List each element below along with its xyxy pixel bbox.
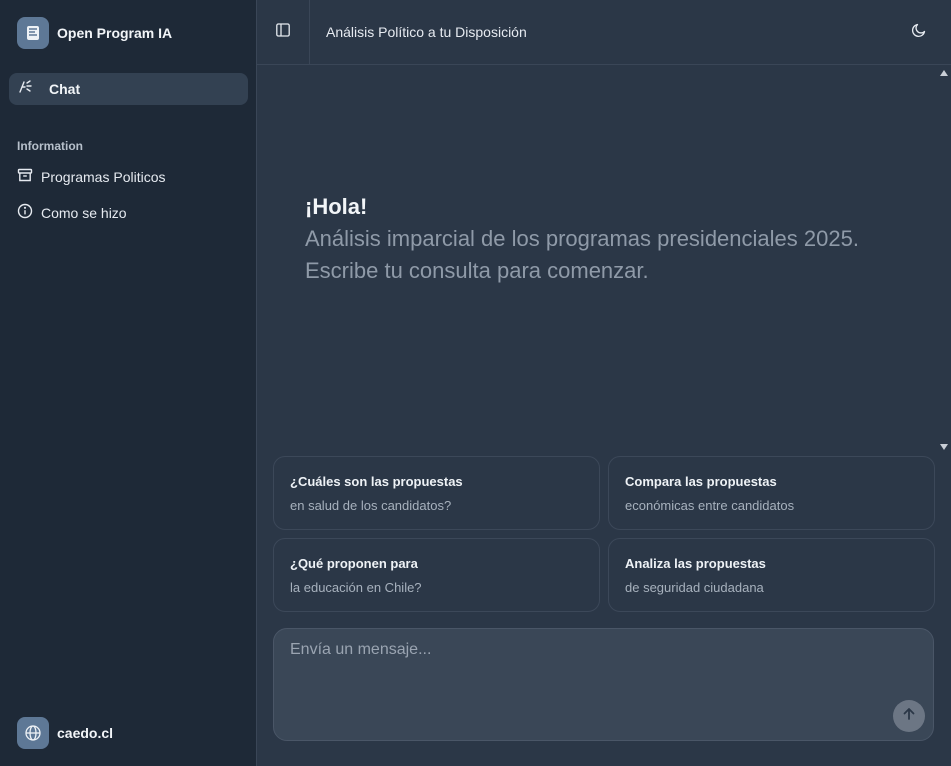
greeting-title: ¡Hola! <box>305 194 368 219</box>
suggestion-subtitle: la educación en Chile? <box>290 580 422 595</box>
main-panel: Análisis Político a tu Disposición ¡Hola… <box>257 0 951 766</box>
archive-icon <box>17 167 33 188</box>
sidebar-item-chat[interactable]: Chat <box>9 73 248 105</box>
sidebar-item-label: Programas Politicos <box>41 169 166 185</box>
sidebar-toggle-icon <box>275 22 291 43</box>
theme-toggle-button[interactable] <box>907 20 931 44</box>
suggestion-card[interactable]: ¿Cuáles son las propuestas en salud de l… <box>273 456 600 530</box>
app-window: Open Program IA Chat Information Program… <box>0 0 951 766</box>
sidebar-item-como-se-hizo[interactable]: Como se hizo <box>9 199 248 227</box>
scroll-up-icon[interactable] <box>940 70 948 76</box>
greeting: ¡Hola! Análisis imparcial de los program… <box>305 193 885 287</box>
message-input[interactable] <box>274 629 933 740</box>
arrow-up-icon <box>901 706 917 727</box>
suggestion-title: ¿Cuáles son las propuestas <box>290 474 463 489</box>
suggestion-title: Analiza las propuestas <box>625 556 766 571</box>
chat-icon <box>17 79 33 100</box>
sidebar-item-label: Chat <box>49 81 81 97</box>
user-name: caedo.cl <box>57 725 114 741</box>
page-title: Análisis Político a tu Disposición <box>326 24 527 40</box>
scroll-down-icon[interactable] <box>940 444 948 450</box>
greeting-subtitle: Análisis imparcial de los programas pres… <box>305 226 859 283</box>
sidebar-toggle-button[interactable] <box>257 0 310 64</box>
suggestion-title: ¿Qué proponen para <box>290 556 418 571</box>
scrollbar[interactable] <box>937 65 951 455</box>
section-title: Information <box>17 139 83 153</box>
brand-name: Open Program IA <box>57 25 173 41</box>
sidebar: Open Program IA Chat Information Program… <box>0 0 257 766</box>
suggestion-title: Compara las propuestas <box>625 474 777 489</box>
suggestion-card[interactable]: ¿Qué proponen para la educación en Chile… <box>273 538 600 612</box>
suggestion-card[interactable]: Analiza las propuestas de seguridad ciud… <box>608 538 935 612</box>
brand-logo-icon <box>17 17 49 49</box>
moon-icon <box>911 22 927 43</box>
suggestion-subtitle: en salud de los candidatos? <box>290 498 452 513</box>
info-icon <box>17 203 33 224</box>
brand[interactable]: Open Program IA <box>17 17 172 49</box>
message-composer <box>273 628 934 741</box>
sidebar-item-programas-politicos[interactable]: Programas Politicos <box>9 163 248 191</box>
globe-icon <box>17 717 49 749</box>
user-menu[interactable]: caedo.cl <box>17 717 113 749</box>
suggestion-subtitle: económicas entre candidatos <box>625 498 795 513</box>
send-button[interactable] <box>893 700 925 732</box>
suggestion-subtitle: de seguridad ciudadana <box>625 580 764 595</box>
sidebar-item-label: Como se hizo <box>41 205 127 221</box>
suggestion-card[interactable]: Compara las propuestas económicas entre … <box>608 456 935 530</box>
header: Análisis Político a tu Disposición <box>257 0 951 65</box>
